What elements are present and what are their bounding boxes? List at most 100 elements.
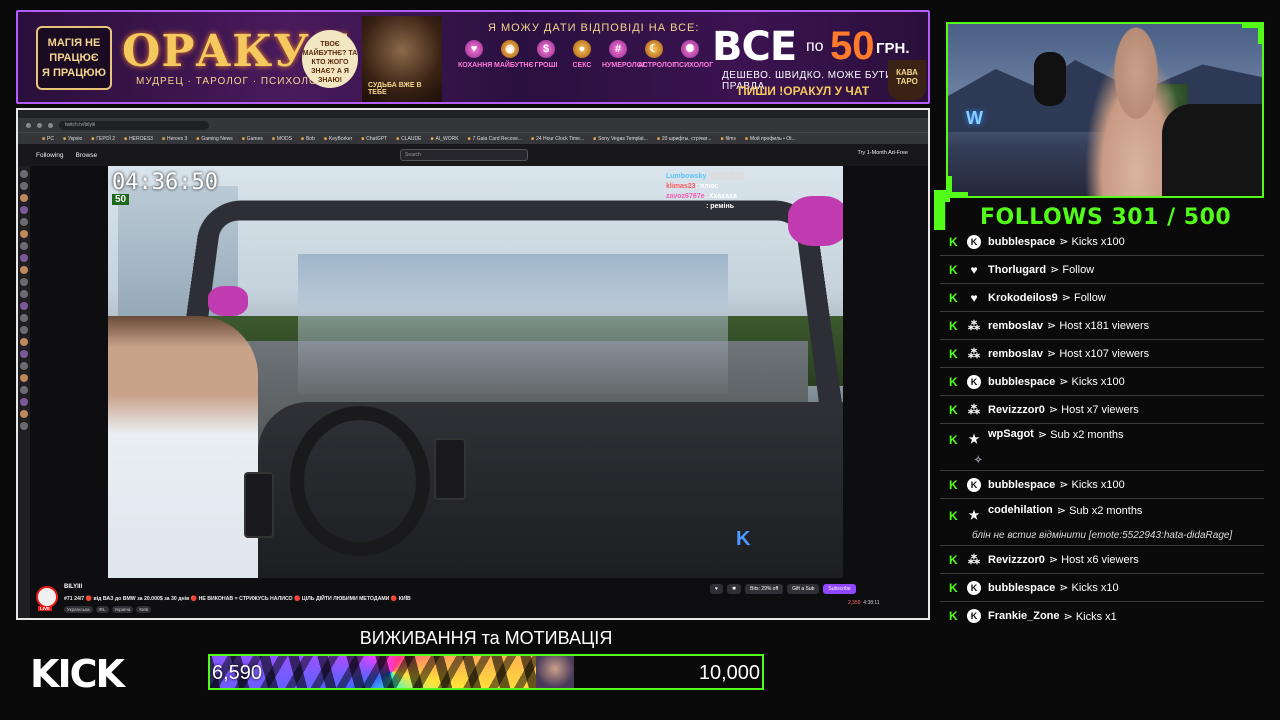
- category-label: МАЙБУТНЄ: [494, 62, 534, 69]
- gift-sub-button[interactable]: Gift a Sub: [787, 584, 820, 594]
- tag-chip[interactable]: Українська: [64, 606, 93, 613]
- channel-avatar[interactable]: [20, 338, 28, 346]
- kicks-icon: K: [967, 580, 981, 595]
- back-icon[interactable]: [26, 122, 31, 128]
- ad-free-button[interactable]: Try 1-Month Ad-Free: [857, 150, 908, 156]
- bookmark-item[interactable]: Gaming News: [196, 136, 232, 142]
- reload-icon[interactable]: [48, 122, 53, 128]
- event-feed: K Kbubblespace ⋗ Kicks x100 K ♥ Thorlugard ⋗ …: [940, 228, 1264, 630]
- bookmark-item[interactable]: KeyBorker: [324, 136, 352, 142]
- bookmark-item[interactable]: Мой профиль • Ot...: [745, 136, 796, 142]
- category-label: ПСИХОЛОГ: [674, 62, 714, 69]
- bookmark-item[interactable]: 24 Hour Clock Time...: [531, 136, 584, 142]
- forward-icon[interactable]: [37, 122, 42, 128]
- streamer-avatar[interactable]: [36, 586, 58, 608]
- event-message: блін не встиг відмінити [emote:5522943:h…: [972, 530, 1233, 541]
- channel-avatar[interactable]: [20, 422, 28, 430]
- channel-avatar[interactable]: [20, 362, 28, 370]
- banner-subtitle: МУДРЕЦ · ТАРОЛОГ · ПСИХОЛОГ: [136, 76, 325, 87]
- bookmark-item[interactable]: Sony Vegas Templat...: [593, 136, 648, 142]
- category-list: ♥ КОХАННЯ ◉ МАЙБУТНЄ $ ГРОШІ ● СЕКС # НУМЕРОЛ…: [458, 40, 713, 69]
- bookmark-item[interactable]: Games: [242, 136, 263, 142]
- channel-avatar[interactable]: [20, 182, 28, 190]
- bookmark-item[interactable]: MODS: [272, 136, 292, 142]
- channel-avatar[interactable]: [20, 254, 28, 262]
- channel-avatar[interactable]: [20, 278, 28, 286]
- subscribe-button[interactable]: Subscribe: [823, 584, 856, 594]
- kicks-icon: K: [967, 234, 981, 249]
- tag-chip[interactable]: Україна: [111, 606, 134, 613]
- channel-name[interactable]: BILYIII: [64, 584, 82, 590]
- channel-avatar[interactable]: [20, 242, 28, 250]
- channel-avatar[interactable]: [20, 398, 28, 406]
- bookmark-item[interactable]: PC: [42, 136, 54, 142]
- channel-avatar[interactable]: [20, 266, 28, 274]
- bookmark-item[interactable]: Укрхіо: [63, 136, 82, 142]
- notifications-button[interactable]: ✱: [726, 584, 742, 594]
- channel-avatar[interactable]: [20, 374, 28, 382]
- microphone-icon: [1034, 52, 1066, 106]
- channel-avatar[interactable]: [20, 410, 28, 418]
- channel-avatar[interactable]: [20, 230, 28, 238]
- bookmark-item[interactable]: Bob: [301, 136, 315, 142]
- nav-browse[interactable]: Browse: [75, 152, 97, 159]
- streamer-logo-icon: K: [736, 528, 751, 550]
- category-item: # НУМЕРОЛОГ: [602, 40, 646, 69]
- event-user: remboslav: [988, 319, 1044, 332]
- bookmark-item[interactable]: ChatGPT: [361, 136, 387, 142]
- channel-avatar[interactable]: [20, 386, 28, 394]
- stream-tags: Українська IRL Україна Київ: [64, 606, 152, 613]
- bookmark-item[interactable]: CLAUDE: [396, 136, 421, 142]
- address-bar[interactable]: twitch.tv/bilyiii: [59, 120, 209, 130]
- event-action-text: Sub x2 months: [1050, 429, 1124, 441]
- nav-following[interactable]: Following: [36, 152, 63, 159]
- event-action: ⋗ Kicks x100: [1059, 236, 1125, 248]
- bookmark-item[interactable]: 7 Gala Card Recove...: [468, 136, 522, 142]
- pink-paint-decor: [208, 286, 248, 316]
- channel-avatar[interactable]: [20, 194, 28, 202]
- emote-icon: [727, 172, 736, 181]
- channel-avatar[interactable]: [20, 170, 28, 178]
- goal-target: 10,000: [698, 662, 760, 684]
- bookmark-item[interactable]: ГЕРОЇ 2: [91, 136, 115, 142]
- bookmark-item[interactable]: Heroes 3: [162, 136, 187, 142]
- search-input[interactable]: Search: [400, 149, 528, 161]
- promo-all: ВСЕ: [712, 24, 797, 70]
- kicks-icon: K: [967, 374, 981, 389]
- event-row: K ⁂ Revizzzor0 ⋗ Host x7 viewers: [940, 396, 1264, 424]
- bookmark-item[interactable]: films: [721, 136, 736, 142]
- browser-tab-strip[interactable]: [18, 110, 928, 118]
- channel-avatar[interactable]: [20, 350, 28, 358]
- channel-avatar[interactable]: [20, 290, 28, 298]
- follow-heart-button[interactable]: ♥: [710, 584, 723, 594]
- host-users-icon: ⁂: [968, 402, 980, 417]
- event-row: K ♥ Krokodeilos9 ⋗ Follow: [940, 284, 1264, 312]
- channel-avatar[interactable]: [20, 218, 28, 226]
- stream-clock: 04:36:50: [112, 170, 218, 195]
- event-action: ⋗ Kicks x100: [1059, 479, 1125, 491]
- video-player[interactable]: 04:36:50 50 Lumbowsky klimas23: плюс zav…: [108, 166, 843, 578]
- channel-avatar[interactable]: [20, 302, 28, 310]
- chat-text: : Ххахаха: [704, 193, 737, 200]
- driver-image: [108, 316, 258, 578]
- tag-chip[interactable]: Київ: [136, 606, 152, 613]
- uptime: 4:38:11: [863, 600, 880, 606]
- follows-current: 301: [1111, 205, 1159, 230]
- follows-bracket-decor: [934, 190, 950, 230]
- chat-line: klimas23: плюс: [666, 182, 744, 192]
- bookmark-item[interactable]: 20 шрифты, стрічки...: [657, 136, 712, 142]
- star-icon: ★: [968, 508, 980, 522]
- speech-bubble: ТВОЄ МАЙБУТНЄ? ТА КТО ЖОГО ЗНАЄ? А Я ЗНА…: [302, 30, 358, 88]
- channel-avatar[interactable]: [20, 314, 28, 322]
- channel-avatar[interactable]: [20, 206, 28, 214]
- numbers-icon: #: [609, 40, 627, 58]
- event-user: bubblespace: [988, 478, 1056, 491]
- bookmark-item[interactable]: HEROES3: [124, 136, 153, 142]
- channel-avatar[interactable]: [20, 326, 28, 334]
- tag-chip[interactable]: IRL: [95, 606, 109, 613]
- viewer-count: 2,359: [848, 600, 861, 606]
- event-row: K Kbubblespace ⋗ Kicks x100: [940, 228, 1264, 256]
- kick-k-icon: K: [949, 402, 958, 417]
- bookmark-item[interactable]: AI_WORK: [430, 136, 458, 142]
- bits-button[interactable]: Bits: 29% off: [745, 584, 784, 594]
